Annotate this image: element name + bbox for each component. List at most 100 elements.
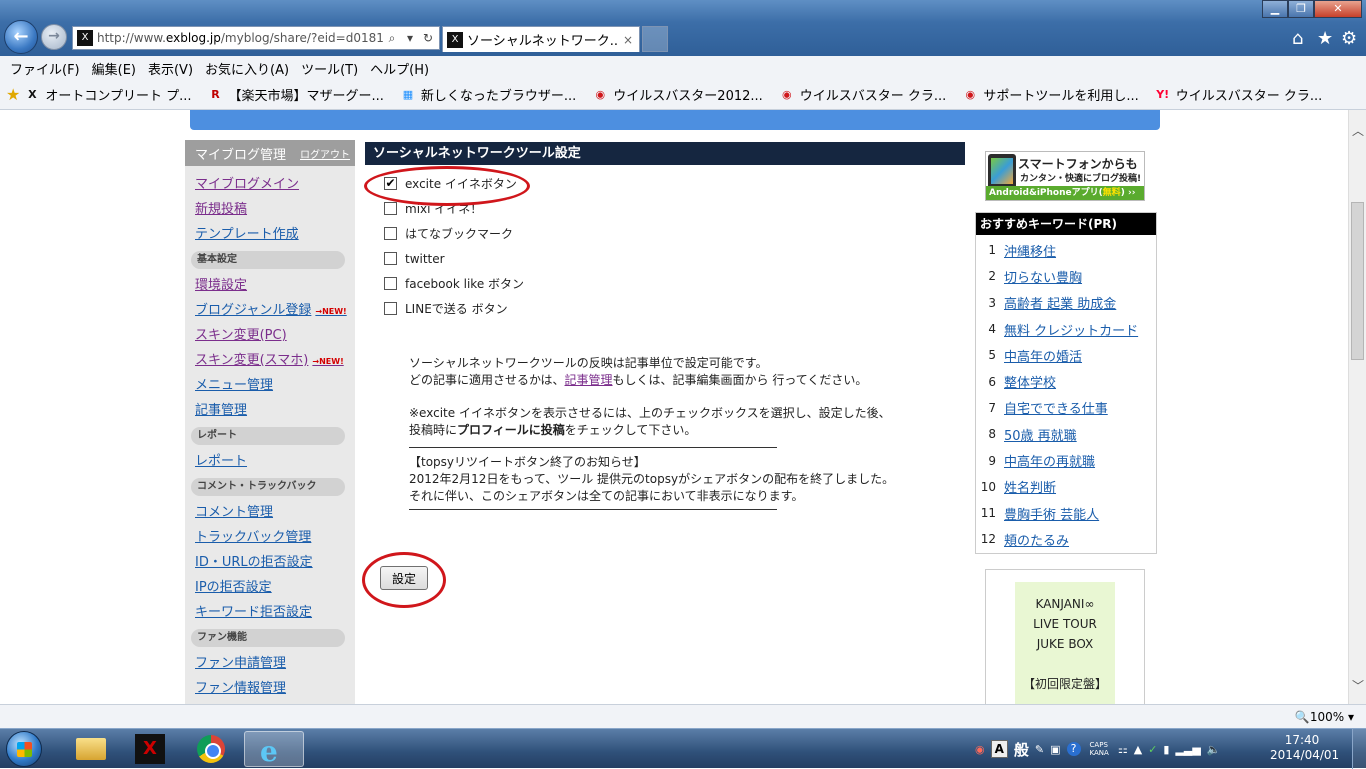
menu-item[interactable]: ヘルプ(H) [370,59,429,78]
trendmicro-tray-icon[interactable]: ◉ [975,743,985,756]
checkbox[interactable] [384,302,397,315]
sidebar-link[interactable]: トラックバック管理 [195,525,355,550]
sidebar-link[interactable]: ブログジャンル登録 →NEW! [195,298,355,323]
window-close-button[interactable]: ✕ [1314,0,1362,18]
menu-item[interactable]: お気に入り(A) [205,59,289,78]
clock[interactable]: 17:40 2014/04/01 [1270,733,1339,763]
help-icon[interactable]: ? [1066,742,1081,756]
scroll-thumb[interactable] [1351,202,1364,360]
dropdown-icon[interactable]: ▾ [401,31,419,45]
vertical-scrollbar[interactable]: ︿ ﹀ [1348,110,1366,704]
menu-item[interactable]: 表示(V) [148,59,193,78]
excite-taskbar-button[interactable]: X [120,731,180,767]
checkbox[interactable] [384,227,397,240]
sidebar-link[interactable]: レポート [195,449,355,474]
sidebar-link[interactable]: スキン変更(PC) [195,323,355,348]
keyword-link[interactable]: 整体学校 [1004,372,1056,391]
refresh-icon[interactable]: ↻ [419,31,437,45]
page-viewport: マイブログ管理 ログアウト マイブログメイン 新規投稿 テンプレート作成 基本設定 … [0,110,1366,704]
sidebar-link[interactable]: キーワード拒否設定 [195,600,355,625]
favorite-link[interactable]: ▦ 新しくなったブラウザー... [400,85,577,105]
keyword-link[interactable]: 沖縄移住 [1004,241,1056,260]
menu-item[interactable]: 編集(E) [92,59,136,78]
keyword-link[interactable]: 無料 クレジットカード [1004,320,1138,339]
show-desktop-button[interactable] [1352,729,1366,769]
tab-active[interactable]: X ソーシャルネットワーク... × [442,26,640,52]
tab-close-icon[interactable]: × [623,33,633,47]
logout-link[interactable]: ログアウト [300,146,350,161]
favorite-link[interactable]: R 【楽天市場】マザーグー... [207,85,384,105]
sidebar-link[interactable]: テンプレート作成 [195,222,355,247]
scroll-up-icon[interactable]: ︿ [1352,122,1364,139]
add-favorite-star-icon[interactable]: ★ [6,85,20,104]
keyword-link[interactable]: 50歳 再就職 [1004,425,1077,444]
keyword-link[interactable]: 切らない豊胸 [1004,267,1082,286]
option-row[interactable]: facebook like ボタン [365,271,965,296]
minimize-button[interactable]: ▁ [1262,0,1288,18]
sidebar-link[interactable]: 環境設定 [195,273,355,298]
forward-button[interactable]: → [41,24,67,50]
volume-icon[interactable]: 🔈 [1207,743,1221,756]
ime-mode-indicator[interactable]: A [990,740,1008,758]
favorite-link[interactable]: ◉ ウイルスバスター クラ... [779,85,946,105]
sidebar-link[interactable]: 記事管理 [195,398,355,423]
keyword-link[interactable]: 頬のたるみ [1004,530,1069,549]
favorite-link[interactable]: X オートコンプリート プ... [24,85,191,105]
tray-expand-icon[interactable]: ▲ [1134,743,1142,756]
tab-title: ソーシャルネットワーク... [467,34,619,49]
keyword-link[interactable]: 豊胸手術 芸能人 [1004,504,1099,523]
favorite-link[interactable]: Y! ウイルスバスター クラ... [1155,85,1322,105]
sidebar-link[interactable]: マイブログメイン [195,172,355,197]
chrome-taskbar-button[interactable] [182,731,242,767]
sidebar-link[interactable]: メニュー管理 [195,373,355,398]
ad-banner[interactable]: KANJANI∞ LIVE TOUR JUKE BOX 【初回限定盤】 [985,569,1145,704]
file-explorer-taskbar-button[interactable] [62,731,122,767]
keyword-link[interactable]: 自宅でできる仕事 [1004,398,1108,417]
network-signal-icon[interactable]: ▂▃▅ [1175,743,1200,756]
keyword-link[interactable]: 中高年の婚活 [1004,346,1082,365]
option-row[interactable]: twitter [365,246,965,271]
sidebar-link[interactable]: スキン変更(スマホ) →NEW! [195,348,355,373]
start-button[interactable] [6,731,42,767]
keyword-link[interactable]: 中高年の再就職 [1004,451,1095,470]
menu-item[interactable]: ツール(T) [301,59,358,78]
favorite-link[interactable]: ◉ サポートツールを利用し... [962,85,1139,105]
sidebar-link[interactable]: ファン情報管理 [195,676,355,701]
sync-tray-icon[interactable]: ✓ [1148,743,1157,756]
search-icon[interactable]: ⌕ [383,31,401,46]
ie-taskbar-button[interactable]: e [244,731,304,768]
keyword-rank: 1 [988,243,996,258]
home-icon[interactable]: ⌂ [1292,28,1303,49]
keyword-rank: 3 [988,295,996,310]
sidebar-link[interactable]: ID・URLの拒否設定 [195,550,355,575]
sidebar-link[interactable]: 新規投稿 [195,197,355,222]
sidebar-link[interactable]: ファン申請管理 [195,651,355,676]
favorite-link[interactable]: ◉ ウイルスバスター2012... [592,85,762,105]
keyword-link[interactable]: 姓名判断 [1004,477,1056,496]
maximize-button[interactable]: ❐ [1288,0,1314,18]
ime-dictionary-icon[interactable]: ▣ [1050,743,1060,756]
ime-tool-icon[interactable]: ✎ [1035,743,1044,756]
zoom-level[interactable]: 🔍100% ▾ [1295,710,1354,724]
option-row[interactable]: はてなブックマーク [365,221,965,246]
address-url[interactable]: http://www.exblog.jp/myblog/share/?eid=d… [97,31,383,45]
menu-item[interactable]: ファイル(F) [10,59,80,78]
address-bar[interactable]: X http://www.exblog.jp/myblog/share/?eid… [72,26,440,50]
checkbox[interactable] [384,202,397,215]
ime-options-icon[interactable]: ⚏ [1118,743,1128,756]
sidebar-link[interactable]: コメント管理 [195,500,355,525]
new-tab-button[interactable] [642,26,668,52]
ime-kanji-indicator[interactable]: 般 [1014,739,1029,760]
keyword-link[interactable]: 高齢者 起業 助成金 [1004,293,1116,312]
article-management-link[interactable]: 記事管理 [565,373,613,387]
scroll-down-icon[interactable]: ﹀ [1352,677,1364,694]
back-button[interactable]: ← [4,20,38,54]
checkbox[interactable] [384,277,397,290]
sidebar-link[interactable]: IPの拒否設定 [195,575,355,600]
gear-icon[interactable]: ⚙ [1341,28,1357,49]
device-tray-icon[interactable]: ▮ [1163,743,1169,756]
option-row[interactable]: LINEで送る ボタン [365,296,965,321]
checkbox[interactable] [384,252,397,265]
smartphone-app-banner[interactable]: スマートフォンからも カンタン・快適にブログ投稿! Android&iPhone… [985,151,1145,201]
favorites-star-icon[interactable]: ★ [1317,28,1333,49]
